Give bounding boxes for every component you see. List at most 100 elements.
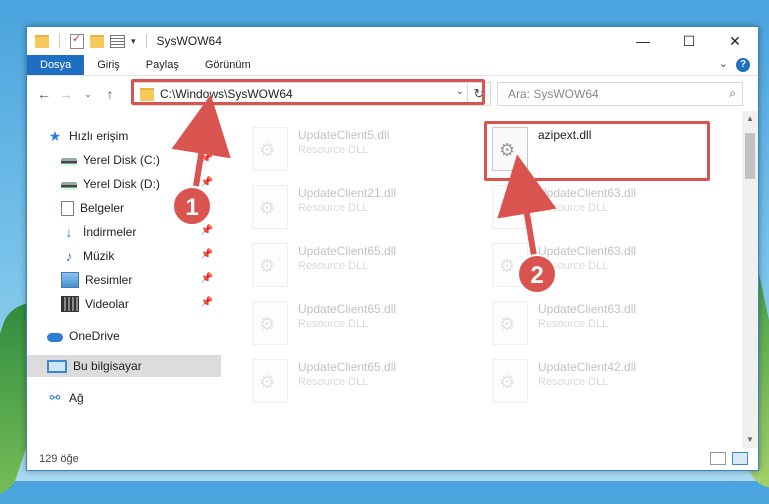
file-tile[interactable]: UpdateClient63.dll Resource DLL	[462, 293, 692, 349]
window-title: SysWOW64	[156, 34, 222, 48]
dll-file-icon	[492, 359, 528, 403]
file-type: Resource DLL	[538, 318, 609, 330]
properties-check-icon[interactable]	[70, 32, 84, 49]
dropdown-arrow-icon[interactable]: ▾	[131, 36, 136, 47]
window-controls: — ☐ ✕	[620, 27, 758, 55]
search-box[interactable]: Ara: SysWOW64 ⌕	[497, 82, 743, 106]
sidebar-item-documents[interactable]: Belgeler 📌	[27, 197, 221, 219]
pin-icon[interactable]: 📌	[201, 177, 213, 188]
sidebar-item-disk-d[interactable]: Yerel Disk (D:) 📌	[27, 173, 221, 195]
close-button[interactable]: ✕	[712, 27, 758, 55]
forward-arrow-icon[interactable]: →	[55, 86, 77, 102]
sidebar-item-downloads[interactable]: ↓ İndirmeler 📌	[27, 221, 221, 243]
music-icon: ♪	[65, 248, 73, 264]
navigation-pane: ★ Hızlı erişim Yerel Disk (C:) 📌 Yerel D…	[27, 111, 222, 448]
file-name: UpdateClient65.dll	[298, 360, 397, 374]
file-type: Resource DLL	[538, 202, 609, 214]
expand-ribbon-icon[interactable]: ⌄	[719, 57, 728, 70]
scroll-up-icon[interactable]: ▲	[742, 111, 758, 127]
tab-view[interactable]: Görünüm	[192, 55, 264, 75]
back-arrow-icon[interactable]: ←	[33, 86, 55, 102]
documents-icon	[61, 200, 74, 216]
network-icon: ⚯	[49, 390, 61, 405]
sidebar-item-this-pc[interactable]: Bu bilgisayar	[27, 355, 221, 377]
navigation-bar: ← → ⌄ ↑ C:\Windows\SysWOW64 ⌄ ↻ Ara: Sys…	[27, 76, 758, 112]
item-count: 129 öğe	[39, 453, 79, 465]
dll-file-icon	[252, 301, 288, 345]
file-tile[interactable]: UpdateClient21.dll Resource DLL	[222, 177, 452, 233]
pictures-icon	[61, 272, 79, 288]
file-tile[interactable]: UpdateClient65.dll Resource DLL	[222, 351, 452, 407]
file-type: Resource DLL	[538, 260, 609, 272]
recent-locations-icon[interactable]: ⌄	[77, 89, 99, 100]
minimize-button[interactable]: —	[620, 27, 666, 55]
vertical-scrollbar[interactable]: ▲ ▼	[742, 111, 758, 448]
main-body: ★ Hızlı erişim Yerel Disk (C:) 📌 Yerel D…	[27, 111, 758, 448]
view-toggle	[710, 452, 748, 465]
cloud-icon	[47, 333, 63, 342]
divider	[59, 34, 60, 48]
up-arrow-icon[interactable]: ↑	[99, 86, 121, 102]
search-input[interactable]: Ara: SysWOW64	[508, 87, 599, 101]
dll-file-icon	[252, 127, 288, 171]
sidebar-item-music[interactable]: ♪ Müzik 📌	[27, 245, 221, 267]
file-tile[interactable]: UpdateClient65.dll Resource DLL	[222, 293, 452, 349]
dll-file-icon	[492, 243, 528, 287]
scroll-thumb[interactable]	[745, 133, 755, 179]
tab-file[interactable]: Dosya	[27, 55, 85, 75]
file-tile[interactable]: UpdateClient5.dll Resource DLL	[222, 119, 452, 175]
address-highlight-box	[131, 79, 485, 105]
sidebar-item-disk-c[interactable]: Yerel Disk (C:) 📌	[27, 149, 221, 171]
sidebar-item-pictures[interactable]: Resimler 📌	[27, 269, 221, 291]
file-name: UpdateClient21.dll	[298, 186, 397, 200]
details-view-icon[interactable]	[710, 452, 726, 465]
pin-icon[interactable]: 📌	[201, 273, 213, 284]
sidebar-item-quick-access[interactable]: ★ Hızlı erişim	[27, 125, 221, 147]
star-icon: ★	[48, 128, 62, 144]
pin-icon[interactable]: 📌	[201, 297, 213, 308]
file-tile[interactable]: UpdateClient63.dll Resource DLL	[462, 177, 692, 233]
pin-icon[interactable]: 📌	[201, 225, 213, 236]
sidebar-item-onedrive[interactable]: OneDrive	[27, 325, 221, 347]
sidebar-item-label: Müzik	[83, 249, 115, 263]
file-name: UpdateClient65.dll	[298, 244, 397, 258]
file-tile[interactable]: UpdateClient63.dll Resource DLL	[462, 235, 692, 291]
sidebar-item-network[interactable]: ⚯ Ağ	[27, 387, 221, 409]
file-name: UpdateClient5.dll	[298, 128, 390, 142]
new-folder-icon[interactable]	[90, 34, 104, 48]
help-icon[interactable]: ?	[736, 58, 750, 72]
pin-icon[interactable]: 📌	[201, 201, 213, 212]
ribbon-tabs: Dosya Giriş Paylaş Görünüm ⌄ ?	[27, 55, 758, 76]
pin-icon[interactable]: 📌	[201, 249, 213, 260]
sidebar-item-label: Yerel Disk (C:)	[83, 153, 160, 167]
tiles-view-icon[interactable]	[732, 452, 748, 465]
scroll-down-icon[interactable]: ▼	[742, 432, 758, 448]
computer-icon	[47, 359, 67, 373]
sidebar-item-label: Videolar	[85, 297, 129, 311]
customize-icon[interactable]	[110, 34, 125, 48]
tab-share[interactable]: Paylaş	[133, 55, 192, 75]
dll-file-icon	[492, 301, 528, 345]
search-icon[interactable]: ⌕	[729, 86, 736, 101]
dll-file-icon	[492, 185, 528, 229]
file-name: UpdateClient42.dll	[538, 360, 637, 374]
file-highlight-box	[484, 121, 710, 181]
sidebar-item-label: İndirmeler	[83, 225, 137, 239]
sidebar-item-label: Resimler	[85, 273, 133, 287]
file-name: UpdateClient63.dll	[538, 244, 637, 258]
quick-access-toolbar: ▾	[27, 32, 151, 49]
sidebar-item-videos[interactable]: Videolar 📌	[27, 293, 221, 315]
file-type: Resource DLL	[298, 376, 369, 388]
dll-file-icon	[252, 243, 288, 287]
dll-file-icon	[252, 185, 288, 229]
maximize-button[interactable]: ☐	[666, 27, 712, 55]
tab-home[interactable]: Giriş	[84, 55, 133, 75]
file-tile[interactable]: UpdateClient42.dll Resource DLL	[462, 351, 692, 407]
file-tile[interactable]: UpdateClient65.dll Resource DLL	[222, 235, 452, 291]
status-bar: 129 öğe	[27, 448, 758, 470]
pin-icon[interactable]: 📌	[201, 153, 213, 164]
file-list: UpdateClient5.dllResource DLL azipext.dl…	[222, 111, 758, 448]
file-name: UpdateClient63.dll	[538, 302, 637, 316]
downloads-icon: ↓	[65, 224, 73, 240]
drive-icon	[61, 157, 77, 166]
